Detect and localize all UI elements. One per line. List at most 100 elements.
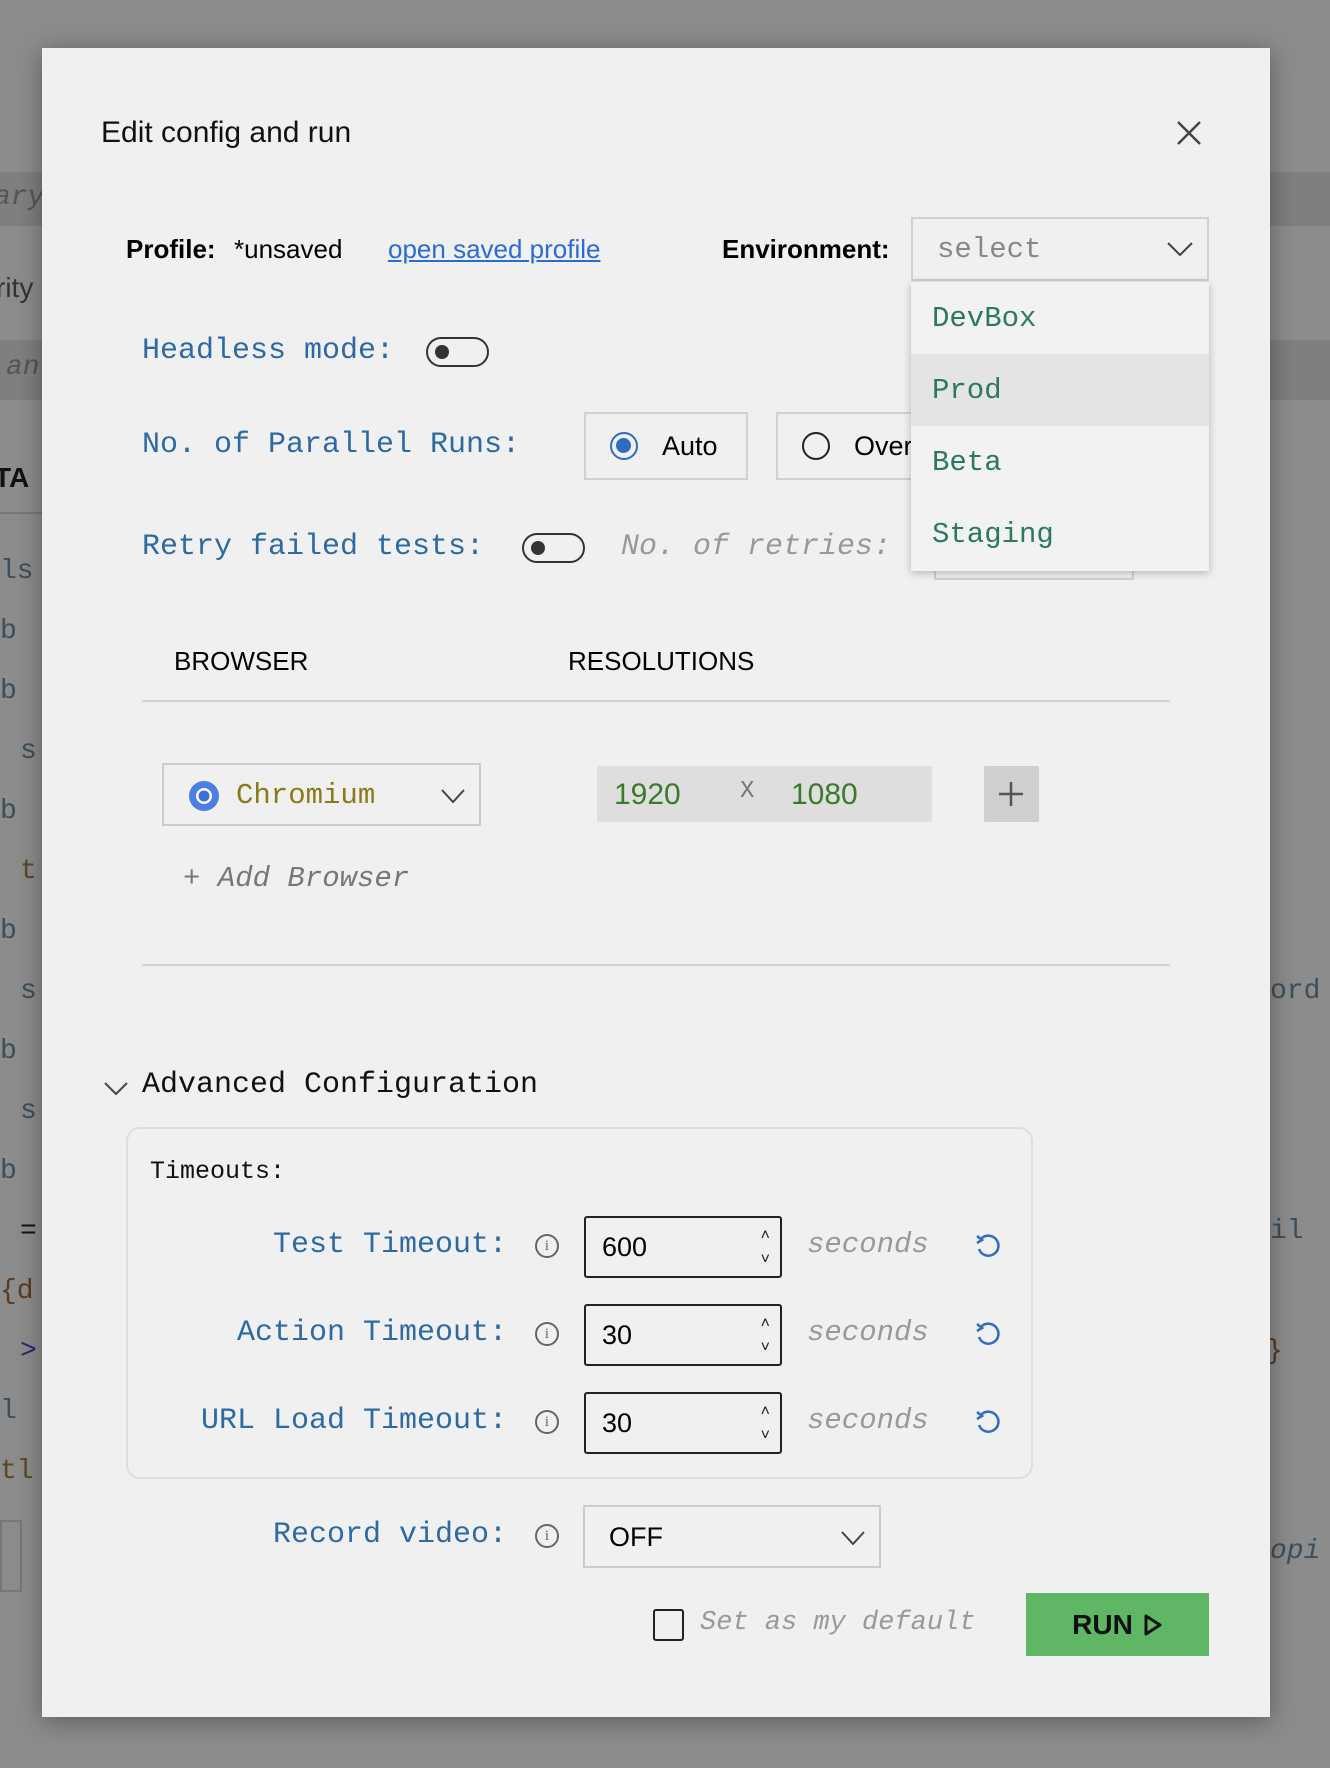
- dialog-title: Edit config and run: [101, 116, 352, 149]
- background-text: rity: [0, 272, 34, 303]
- url-load-timeout-value: 30: [602, 1407, 633, 1438]
- environment-select[interactable]: select: [911, 217, 1209, 281]
- retry-failed-tests-toggle[interactable]: [522, 533, 585, 563]
- run-label: RUN: [1072, 1608, 1133, 1640]
- action-timeout-unit: seconds: [807, 1316, 929, 1349]
- environment-option-prod[interactable]: Prod: [911, 354, 1209, 426]
- open-saved-profile-link[interactable]: open saved profile: [388, 234, 600, 265]
- background-text: b: [0, 616, 17, 647]
- add-resolution-button[interactable]: [984, 766, 1039, 822]
- browser-name: Chromium: [236, 779, 376, 812]
- resolution-height: 1080: [791, 778, 858, 811]
- background-text: b: [0, 676, 17, 707]
- profile-value: *unsaved: [234, 234, 343, 264]
- test-timeout-input[interactable]: 600 ˄ ˅: [584, 1216, 782, 1278]
- info-icon[interactable]: i: [535, 1322, 559, 1346]
- table-header-divider: [142, 700, 1170, 702]
- background-text: opi: [1270, 1536, 1321, 1567]
- reset-icon[interactable]: [975, 1233, 1001, 1259]
- browser-select[interactable]: Chromium: [162, 763, 481, 826]
- retries-label: No. of retries:: [621, 530, 892, 564]
- info-icon[interactable]: i: [535, 1410, 559, 1434]
- browser-column-header: BROWSER: [174, 646, 309, 676]
- background-text: TA: [0, 462, 30, 493]
- background-text: ls: [0, 556, 34, 587]
- background-box: [0, 1520, 22, 1592]
- reset-icon[interactable]: [975, 1321, 1001, 1347]
- environment-dropdown-menu: DevBox Prod Beta Staging: [911, 282, 1209, 571]
- spinner-arrows-icon[interactable]: ˄ ˅: [761, 1312, 770, 1360]
- retry-failed-tests-label: Retry failed tests:: [142, 530, 485, 564]
- resolutions-column-header: RESOLUTIONS: [568, 646, 755, 676]
- chromium-icon: [189, 781, 219, 811]
- test-timeout-label: Test Timeout:: [272, 1228, 507, 1262]
- resolution-field[interactable]: 1920 X 1080: [597, 766, 932, 822]
- radio-selected-icon: [610, 432, 638, 460]
- parallel-auto-label: Auto: [662, 430, 718, 461]
- background-text: {d: [0, 1276, 34, 1307]
- plus-icon: [999, 782, 1023, 806]
- info-icon[interactable]: i: [535, 1234, 559, 1258]
- record-video-label: Record video:: [272, 1518, 507, 1552]
- play-icon: [1144, 1614, 1162, 1635]
- action-timeout-label: Action Timeout:: [236, 1316, 507, 1350]
- background-text: s: [20, 736, 37, 767]
- advanced-config-title: Advanced Configuration: [142, 1068, 539, 1102]
- parallel-runs-label: No. of Parallel Runs:: [142, 428, 521, 462]
- record-video-value: OFF: [609, 1522, 663, 1552]
- info-icon[interactable]: i: [535, 1524, 559, 1548]
- background-text: =: [20, 1216, 37, 1247]
- resolution-separator: X: [740, 778, 755, 805]
- background-text: t: [20, 856, 37, 887]
- profile-label: Profile:: [126, 234, 216, 264]
- edit-config-dialog: Edit config and run Profile: *unsaved op…: [42, 48, 1270, 1717]
- action-timeout-value: 30: [602, 1319, 633, 1350]
- chevron-down-icon: [441, 789, 465, 803]
- background-divider: [0, 512, 42, 514]
- headless-mode-toggle[interactable]: [426, 337, 489, 367]
- background-text: an: [6, 352, 40, 383]
- spinner-arrows-icon[interactable]: ˄ ˅: [761, 1224, 770, 1272]
- url-load-timeout-unit: seconds: [807, 1404, 929, 1437]
- background-text: s: [20, 976, 37, 1007]
- close-icon[interactable]: [1174, 118, 1204, 148]
- record-video-select[interactable]: OFF: [583, 1505, 881, 1568]
- background-text: l: [0, 1396, 17, 1427]
- parallel-override-label: Over: [854, 430, 913, 461]
- advanced-config-toggle[interactable]: Advanced Configuration: [102, 1068, 538, 1108]
- background-text: ord: [1270, 976, 1321, 1007]
- set-default-checkbox[interactable]: [653, 1609, 684, 1641]
- background-text: b: [0, 1156, 17, 1187]
- run-button[interactable]: RUN: [1026, 1593, 1209, 1656]
- reset-icon[interactable]: [975, 1409, 1001, 1435]
- radio-unselected-icon: [802, 432, 830, 460]
- add-browser-link[interactable]: + Add Browser: [183, 862, 409, 895]
- background-text: >: [20, 1336, 37, 1367]
- environment-option-devbox[interactable]: DevBox: [911, 282, 1209, 354]
- background-text: il: [1270, 1216, 1304, 1247]
- chevron-down-icon: [104, 1082, 128, 1096]
- chevron-down-icon: [841, 1531, 865, 1545]
- background-text: b: [0, 1036, 17, 1067]
- background-text: ary: [0, 182, 45, 213]
- spinner-arrows-icon[interactable]: ˄ ˅: [761, 1400, 770, 1448]
- chevron-down-icon: [1167, 242, 1193, 257]
- set-default-label: Set as my default: [700, 1608, 976, 1638]
- parallel-auto-option[interactable]: Auto: [584, 412, 748, 480]
- url-load-timeout-label: URL Load Timeout:: [200, 1404, 507, 1438]
- headless-mode-label: Headless mode:: [142, 334, 395, 368]
- timeouts-label: Timeouts:: [150, 1157, 286, 1186]
- resolution-width: 1920: [614, 778, 681, 811]
- test-timeout-unit: seconds: [807, 1228, 929, 1261]
- test-timeout-value: 600: [602, 1231, 648, 1262]
- action-timeout-input[interactable]: 30 ˄ ˅: [584, 1304, 782, 1366]
- environment-placeholder: select: [937, 233, 1042, 266]
- background-text: s: [20, 1096, 37, 1127]
- background-text: tl: [0, 1456, 34, 1487]
- background-text: b: [0, 916, 17, 947]
- environment-option-staging[interactable]: Staging: [911, 498, 1209, 570]
- background-text: b: [0, 796, 17, 827]
- url-load-timeout-input[interactable]: 30 ˄ ˅: [584, 1392, 782, 1454]
- table-footer-divider: [142, 964, 1170, 966]
- environment-option-beta[interactable]: Beta: [911, 426, 1209, 498]
